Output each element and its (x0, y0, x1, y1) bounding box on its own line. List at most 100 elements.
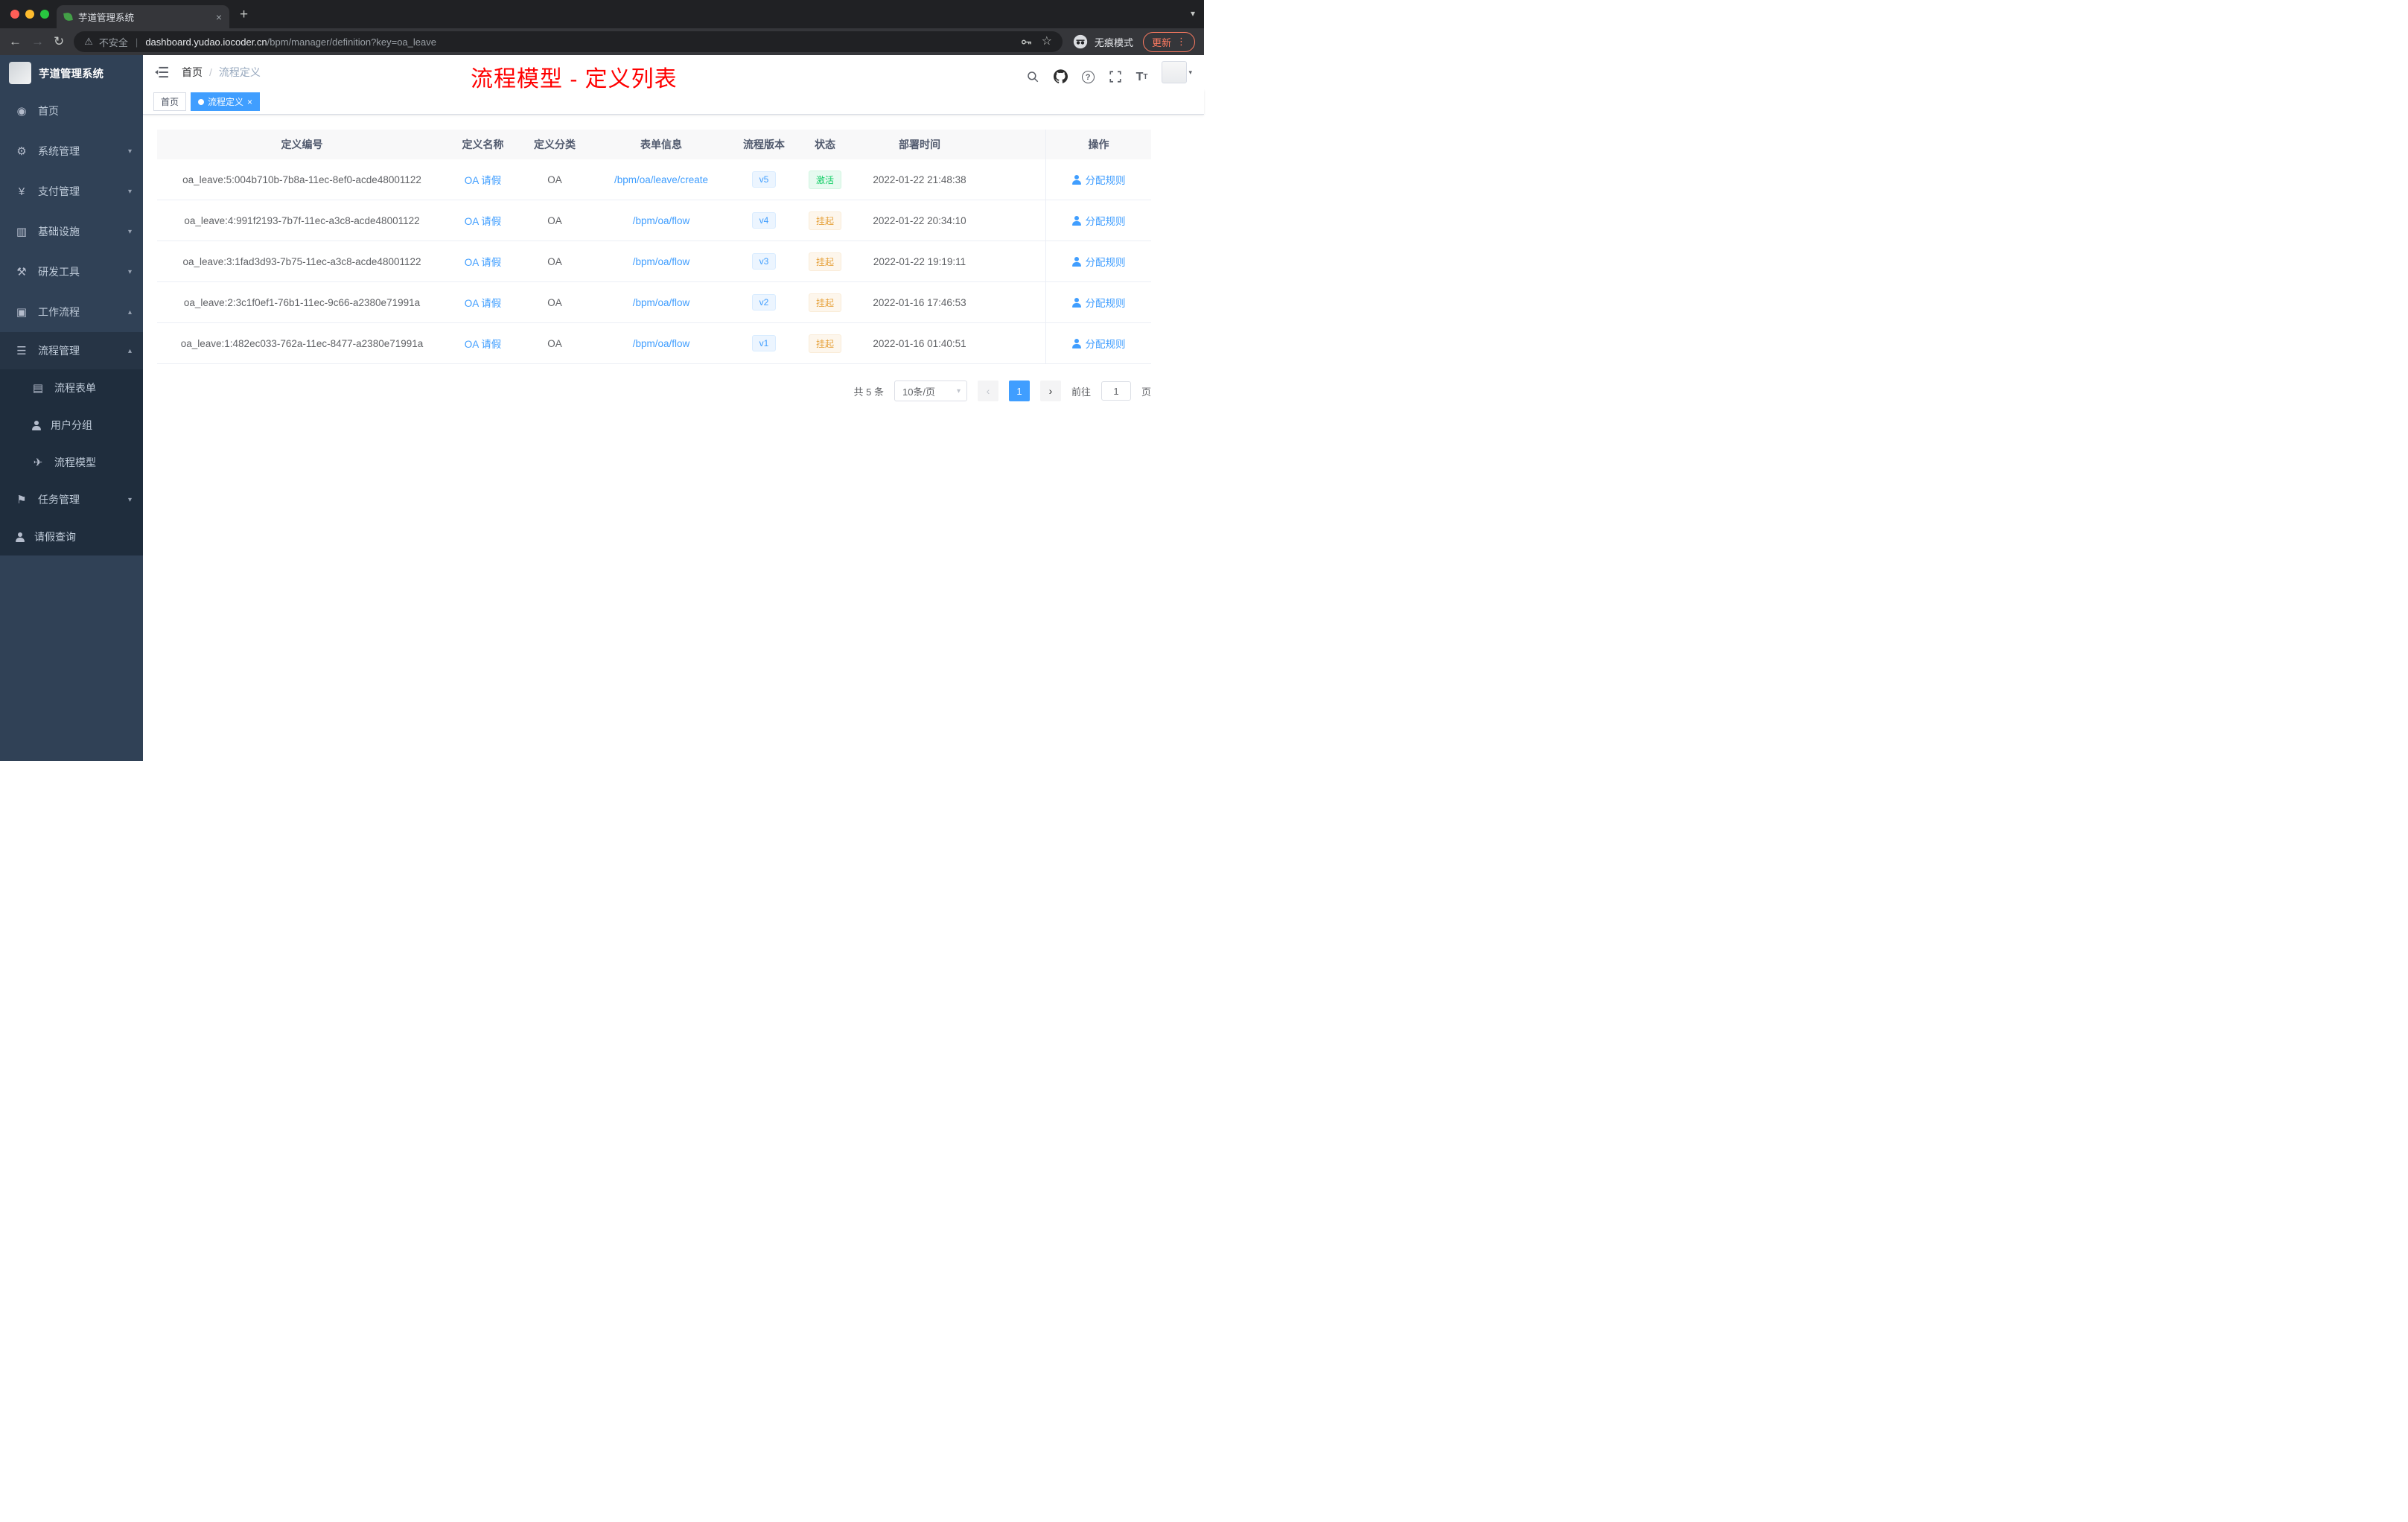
definition-name-link[interactable]: OA 请假 (465, 295, 502, 310)
tab-search-chevron-icon[interactable]: ▾ (1191, 8, 1195, 19)
sidebar-item-task-management[interactable]: ⚑ 任务管理 ▾ (0, 481, 143, 518)
url-divider: | (135, 36, 138, 48)
tag-process-definition[interactable]: 流程定义 × (191, 92, 261, 111)
table-header-row: 定义编号 定义名称 定义分类 表单信息 流程版本 状态 部署时间 操作 (157, 130, 1151, 159)
sidebar-item-system-management[interactable]: ⚙ 系统管理 ▾ (0, 131, 143, 171)
sidebar-item-label: 基础设施 (38, 226, 80, 238)
form-info-link[interactable]: /bpm/oa/leave/create (614, 174, 708, 185)
pagination-total: 共 5 条 (853, 386, 884, 398)
sidebar-item-label: 系统管理 (38, 145, 80, 157)
chevron-down-icon: ▾ (127, 147, 132, 156)
monitor-icon: ▥ (16, 226, 28, 238)
sidebar-item-dev-tools[interactable]: ⚒ 研发工具 ▾ (0, 252, 143, 292)
breadcrumb-home[interactable]: 首页 (182, 65, 203, 80)
sidebar-item-process-model[interactable]: ✈ 流程模型 (0, 444, 143, 481)
sidebar-item-label: 支付管理 (38, 185, 80, 197)
definition-name-link[interactable]: OA 请假 (465, 336, 502, 351)
column-header-category: 定义分类 (534, 138, 576, 150)
table-row: oa_leave:5:004b710b-7b8a-11ec-8ef0-acde4… (157, 159, 1151, 200)
definition-id: oa_leave:5:004b710b-7b8a-11ec-8ef0-acde4… (182, 173, 421, 185)
sidebar-item-home[interactable]: ◉ 首页 (0, 91, 143, 131)
definition-id: oa_leave:2:3c1f0ef1-76b1-11ec-9c66-a2380… (183, 296, 421, 308)
document-icon: ▤ (32, 382, 44, 395)
page-number-button[interactable]: 1 (1008, 380, 1030, 401)
forward-icon[interactable]: → (31, 34, 44, 49)
definition-name-link[interactable]: OA 请假 (465, 172, 502, 187)
tools-icon: ⚒ (16, 266, 27, 278)
tag-close-icon[interactable]: × (247, 97, 252, 107)
assign-rule-button[interactable]: 分配规则 (1072, 295, 1126, 310)
version-badge: v3 (751, 253, 777, 270)
prev-page-button[interactable]: ‹ (977, 380, 998, 401)
back-icon[interactable]: ← (9, 34, 22, 49)
window-zoom-button[interactable] (40, 10, 49, 19)
avatar[interactable]: ▾ (1162, 61, 1192, 83)
definition-name-link[interactable]: OA 请假 (465, 213, 502, 228)
window-minimize-button[interactable] (25, 10, 34, 19)
goto-page-input[interactable] (1101, 381, 1131, 401)
page-size-select[interactable]: 10条/页 ▾ (894, 380, 967, 401)
definition-name-link[interactable]: OA 请假 (465, 254, 502, 269)
sidebar-item-label: 流程表单 (54, 382, 96, 394)
browser-tab-strip: 芋道管理系统 × + ▾ (0, 0, 1204, 28)
pagination: 共 5 条 10条/页 ▾ ‹ 1 › 前往 页 (157, 380, 1151, 401)
chevron-up-icon: ▴ (127, 346, 132, 355)
assign-rule-button[interactable]: 分配规则 (1072, 336, 1126, 351)
sidebar-logo: 芋道管理系统 (0, 55, 143, 91)
sidebar-item-infrastructure[interactable]: ▥ 基础设施 ▾ (0, 211, 143, 252)
logo-title: 芋道管理系统 (39, 68, 103, 80)
kebab-menu-icon[interactable]: ⋮ (1176, 36, 1186, 48)
person-icon (1072, 215, 1082, 226)
reload-icon[interactable]: ↻ (54, 34, 64, 49)
form-info-link[interactable]: /bpm/oa/flow (633, 338, 690, 349)
search-icon[interactable] (1026, 70, 1039, 83)
tag-label: 首页 (161, 97, 179, 107)
table-row: oa_leave:4:991f2193-7b7f-11ec-a3c8-acde4… (157, 200, 1151, 241)
tag-home[interactable]: 首页 (153, 92, 187, 111)
password-key-icon[interactable] (1020, 36, 1033, 48)
next-page-button[interactable]: › (1039, 380, 1061, 401)
tab-title: 芋道管理系统 (78, 13, 135, 23)
active-dot-icon (198, 98, 205, 105)
browser-update-button[interactable]: 更新 ⋮ (1142, 31, 1195, 52)
form-info-link[interactable]: /bpm/oa/flow (633, 215, 690, 226)
avatar-caret-icon: ▾ (1188, 68, 1192, 76)
assign-rule-button[interactable]: 分配规则 (1072, 213, 1126, 228)
assign-rule-button[interactable]: 分配规则 (1072, 172, 1126, 187)
sidebar-item-workflow[interactable]: ▣ 工作流程 ▴ (0, 292, 143, 332)
sidebar-toggle-icon[interactable] (155, 66, 168, 78)
bookmark-star-icon[interactable]: ☆ (1042, 36, 1052, 48)
column-header-form: 表单信息 (640, 138, 682, 150)
sidebar-item-user-groups[interactable]: 用户分组 (0, 407, 143, 444)
person-icon (1072, 338, 1082, 348)
sidebar-item-payment-management[interactable]: ¥ 支付管理 ▾ (0, 171, 143, 211)
url-host: dashboard.yudao.iocoder.cn (145, 36, 267, 48)
font-size-icon[interactable]: TT (1136, 71, 1148, 83)
list-icon: ☰ (16, 345, 27, 357)
status-badge: 挂起 (808, 211, 841, 230)
definition-id: oa_leave:1:482ec033-762a-11ec-8477-a2380… (180, 337, 424, 349)
form-info-link[interactable]: /bpm/oa/flow (633, 256, 690, 267)
fullscreen-icon[interactable] (1109, 70, 1122, 83)
definition-category: OA (547, 173, 562, 185)
github-icon[interactable] (1053, 69, 1068, 83)
help-icon[interactable]: ? (1081, 71, 1095, 83)
window-close-button[interactable] (10, 10, 19, 19)
sidebar-item-label: 首页 (38, 105, 59, 117)
page-size-value: 10条/页 (902, 386, 936, 398)
tab-close-icon[interactable]: × (216, 12, 222, 22)
sidebar-item-process-form[interactable]: ▤ 流程表单 (0, 369, 143, 407)
sidebar-item-leave-query[interactable]: 请假查询 (0, 518, 143, 555)
address-bar[interactable]: ⚠ 不安全 | dashboard.yudao.iocoder.cn/bpm/m… (74, 31, 1063, 52)
breadcrumb-separator: / (209, 66, 212, 78)
assign-rule-button[interactable]: 分配规则 (1072, 254, 1126, 269)
column-header-name: 定义名称 (462, 138, 504, 150)
deploy-time: 2022-01-22 19:19:11 (873, 255, 966, 267)
definition-id: oa_leave:3:1fad3d93-7b75-11ec-a3c8-acde4… (182, 255, 421, 267)
new-tab-button[interactable]: + (240, 7, 248, 23)
sidebar-item-process-management[interactable]: ☰ 流程管理 ▴ (0, 332, 143, 369)
form-info-link[interactable]: /bpm/oa/flow (633, 297, 690, 308)
browser-tab[interactable]: 芋道管理系统 × (57, 5, 229, 28)
yen-icon: ¥ (18, 185, 25, 198)
chevron-down-icon: ▾ (127, 267, 132, 276)
